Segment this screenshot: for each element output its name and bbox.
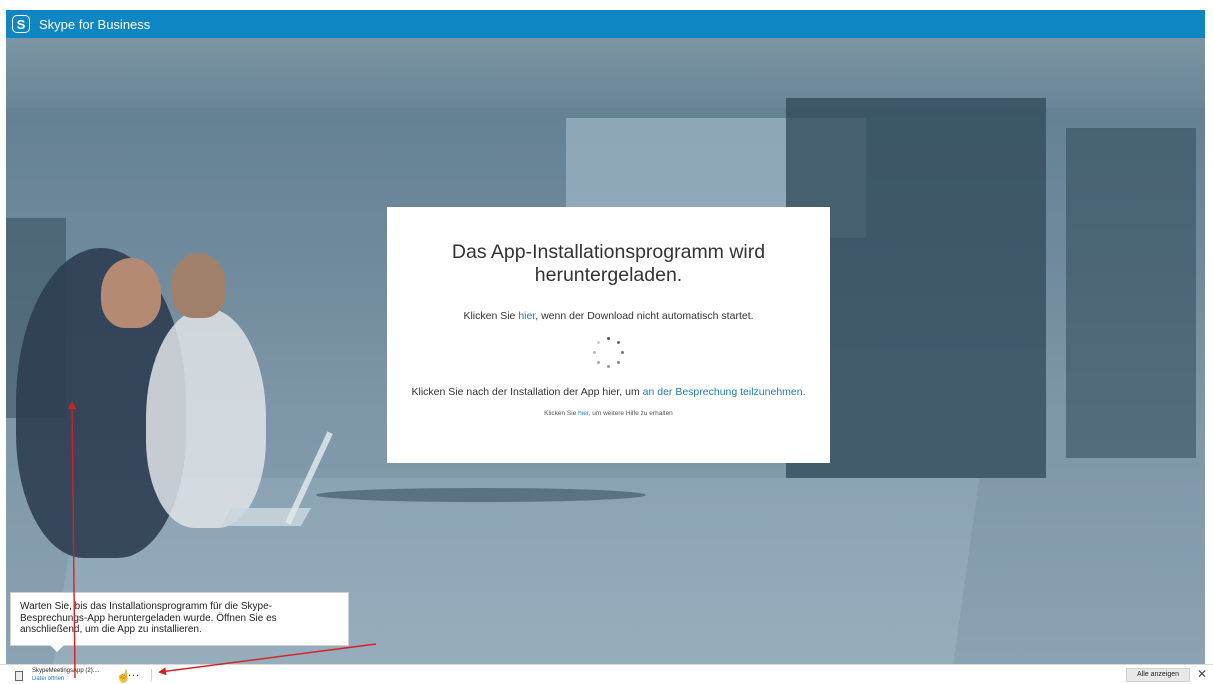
join-meeting-link[interactable]: an der Besprechung teilzunehmen. <box>643 386 806 398</box>
join-meeting-hint: Klicken Sie nach der Installation der Ap… <box>387 386 830 399</box>
skype-logo-icon: S <box>12 15 30 33</box>
download-hint-prefix: Klicken Sie <box>463 310 519 322</box>
download-hint: Klicken Sie hier, wenn der Download nich… <box>387 310 830 322</box>
person-woman-head <box>171 253 226 318</box>
person-man-head <box>101 258 161 328</box>
help-hint: Klicken Sie hier, um weitere Hilfe zu er… <box>387 410 830 417</box>
download-file-name[interactable]: SkypeMeetingsApp (2).... <box>32 668 99 674</box>
background-laptop <box>220 508 312 526</box>
installer-dialog: Das App-Installationsprogramm wird herun… <box>387 207 830 463</box>
download-hint-suffix: , wenn der Download nicht automatisch st… <box>535 310 754 322</box>
help-hint-suffix: , um weitere Hilfe zu erhalten <box>588 410 673 417</box>
dialog-title: Das App-Installationsprogramm wird herun… <box>451 241 766 286</box>
download-separator <box>151 669 152 681</box>
download-bar: SkypeMeetingsApp (2).... Datei öffnen ☝ … <box>0 664 1213 684</box>
show-all-button[interactable]: Alle anzeigen <box>1126 668 1190 682</box>
download-here-link[interactable]: hier <box>518 310 535 322</box>
help-hint-prefix: Klicken Sie <box>544 410 579 417</box>
join-meeting-prefix: Klicken Sie nach der Installation der Ap… <box>411 386 643 398</box>
tooltip-pointer <box>50 645 64 652</box>
help-here-link[interactable]: hier <box>578 410 588 417</box>
loading-spinner-icon <box>592 337 625 369</box>
file-icon <box>15 671 23 681</box>
person-woman <box>146 308 266 528</box>
app-title: Skype for Business <box>39 16 151 32</box>
download-open-file-link[interactable]: Datei öffnen <box>32 676 64 683</box>
download-tooltip: Warten Sie, bis das Installationsprogram… <box>10 592 349 646</box>
background-propeller <box>316 488 646 502</box>
background-shelf <box>1066 128 1196 458</box>
close-icon[interactable]: ✕ <box>1197 667 1207 681</box>
download-more-button[interactable]: ... <box>128 667 140 679</box>
app-title-bar: S Skype for Business <box>6 10 1205 38</box>
